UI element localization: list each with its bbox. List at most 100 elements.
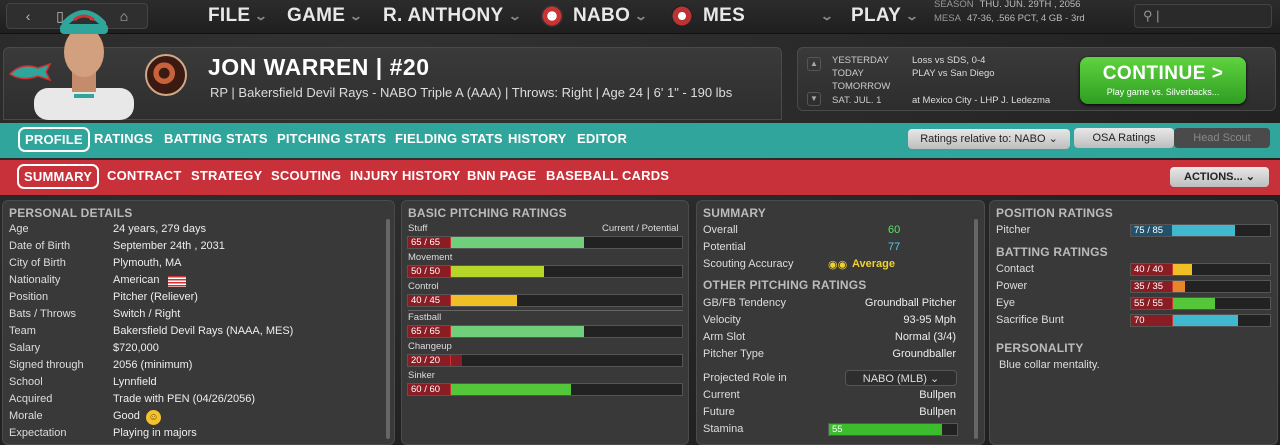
chevron-down-icon: ⌄ [819,9,835,23]
scrollbar[interactable] [386,219,390,439]
detail-value: $720,000 [113,342,159,354]
tab-pitching-stats[interactable]: PITCHING STATS [277,131,386,146]
menu-expand[interactable]: ⌄ [816,4,835,28]
menu-play[interactable]: PLAY ⌄ [851,4,919,28]
stamina-bar: 55 [828,423,958,436]
menu-league[interactable]: NABO ⌄ [541,4,648,28]
pitch-rating-value: 20 / 20 [411,355,441,366]
rating-value: Normal (3/4) [894,331,956,343]
detail-label: Position [9,291,49,303]
detail-value: Lynnfield [113,376,157,388]
current-role-value: Bullpen [919,389,956,401]
batting-rating-name: Sacrifice Bunt [996,314,1064,326]
panel-title: PERSONAL DETAILS [9,206,133,220]
continue-subtitle: Play game vs. Silverbacks... [1106,87,1220,97]
osa-ratings-toggle[interactable]: OSA Ratings [1074,128,1174,148]
panel-title: SUMMARY [703,206,766,220]
detail-value: Bakersfield Devil Rays (NAAA, MES) [113,325,294,337]
pitch-rating-value: 50 / 50 [411,266,441,277]
detail-value: Pitcher (Reliever) [113,291,198,303]
pitch-rating-bar: 60 / 60 [407,383,683,396]
tab-editor[interactable]: EDITOR [577,131,627,146]
detail-value: 24 years, 279 days [113,223,206,235]
pitch-rating-name: Sinker [408,370,435,381]
top-menu-bar: ‹ ▯ › ⌂ FILE⌄ GAME⌄ R. ANTHONY⌄ NABO⌄ ME… [0,0,1280,34]
overall-label: Overall [703,224,738,236]
continue-button[interactable]: CONTINUE > Play game vs. Silverbacks... [1080,57,1246,104]
tab-contract[interactable]: CONTRACT [107,168,182,183]
menu-manager[interactable]: R. ANTHONY ⌄ [383,4,522,28]
detail-label: Salary [9,342,41,354]
detail-label: Age [9,223,29,235]
tab-bnn-page[interactable]: BNN PAGE [467,168,536,183]
tab-profile[interactable]: PROFILE [18,127,90,152]
pitch-rating-value: 65 / 65 [411,326,441,337]
pitch-rating-name: Movement [408,252,453,263]
tab-fielding-stats[interactable]: FIELDING STATS [395,131,503,146]
pitch-rating-bar: 20 / 20 [407,354,683,367]
down-arrow-icon[interactable]: ▼ [807,92,821,106]
smiley-icon: ☺ [146,410,161,425]
projected-role-label: Projected Role in [703,372,787,384]
menu-game[interactable]: GAME ⌄ [287,4,364,28]
primary-tab-bar: PROFILE RATINGS BATTING STATS PITCHING S… [0,123,1280,158]
tab-ratings[interactable]: RATINGS [94,131,153,146]
overall-value: 60 [888,224,901,236]
section-title: BATTING RATINGS [996,245,1108,259]
player-info: RP | Bakersfield Devil Rays - NABO Tripl… [210,85,733,100]
search-input[interactable]: ⚲ | [1134,4,1272,28]
up-arrow-icon[interactable]: ▲ [807,57,821,71]
current-potential-header: Current / Potential [602,223,679,234]
pitch-rating-bar: 40 / 45 [407,294,683,307]
detail-label: Signed through [9,359,84,371]
tab-injury-history[interactable]: INJURY HISTORY [350,168,460,183]
season-label: SEASON [934,0,974,10]
batting-rating-bar: 70 [1130,314,1271,327]
detail-value: September 24th , 2031 [113,240,225,252]
rating-value: 93-95 Mph [903,314,956,326]
pitch-rating-bar: 50 / 50 [407,265,683,278]
pitch-rating-name: Fastball [408,312,442,323]
menu-file[interactable]: FILE ⌄ [208,4,269,28]
summary-panel: SUMMARY Overall 60 Potential 77 Scouting… [696,200,985,445]
pitcher-rating-bar: 75 / 85 [1130,224,1271,237]
projected-role-select[interactable]: NABO (MLB) ⌄ [845,370,957,386]
tab-batting-stats[interactable]: BATTING STATS [164,131,268,146]
chevron-down-icon: ⌄ [349,9,364,23]
detail-label: Bats / Throws [9,308,77,320]
scrollbar[interactable] [974,219,978,439]
future-role-label: Future [703,406,735,418]
detail-label: Acquired [9,393,53,405]
tab-scouting[interactable]: SCOUTING [271,168,341,183]
pitch-rating-bar: 65 / 65 [407,236,683,249]
rating-value: Groundballer [892,348,956,360]
detail-value: Plymouth, MA [113,257,182,269]
tab-summary[interactable]: SUMMARY [17,164,100,189]
actions-dropdown[interactable]: ACTIONS... ⌄ [1170,167,1269,187]
ratings-relative-select[interactable]: Ratings relative to: NABO ⌄ [908,129,1070,149]
detail-value: Switch / Right [113,308,181,320]
back-icon[interactable]: ‹ [26,8,31,24]
panel-title: BASIC PITCHING RATINGS [408,206,567,220]
pitch-rating-value: 65 / 65 [411,237,441,248]
personality-text: Blue collar mentality. [999,359,1100,371]
search-icon: ⚲ [1143,8,1153,23]
tab-strategy[interactable]: STRATEGY [191,168,262,183]
chevron-down-icon: ⌄ [254,9,269,23]
menu-team[interactable]: MES [671,4,745,28]
batting-rating-bar: 40 / 40 [1130,263,1271,276]
batting-rating-value: 35 / 35 [1134,281,1164,292]
schedule-panel: ▲ ▼ YESTERDAY Loss vs SDS, 0-4 TODAY PLAY … [797,47,1276,111]
tab-baseball-cards[interactable]: BASEBALL CARDS [546,168,669,183]
pitch-rating-value: 60 / 60 [411,384,441,395]
personal-details-panel: PERSONAL DETAILS Age 24 years, 279 days Da… [2,200,395,445]
stamina-label: Stamina [703,423,744,435]
detail-label: Team [9,325,36,337]
pitch-rating-name: Changeup [408,341,452,352]
head-scout-toggle[interactable]: Head Scout [1174,128,1270,148]
chevron-down-icon: ⌄ [507,9,522,23]
schedule-row: SAT. JUL. 1 at Mexico City - LHP J. Ledez… [832,95,1051,106]
detail-label: Date of Birth [9,240,71,252]
batting-rating-value: 55 / 55 [1134,298,1164,309]
tab-history[interactable]: HISTORY [508,131,566,146]
